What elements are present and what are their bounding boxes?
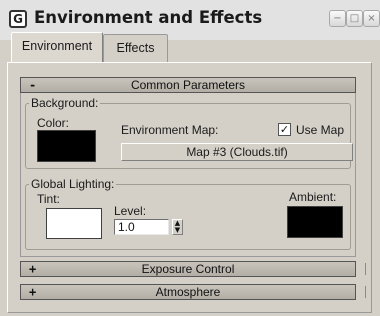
scroll-indicator xyxy=(365,263,366,275)
rollout-title: Exposure Control xyxy=(141,262,235,276)
common-parameters-rollout-header[interactable]: - Common Parameters xyxy=(20,77,356,93)
global-lighting-group-label: Global Lighting: xyxy=(29,177,117,191)
environment-map-label: Environment Map: xyxy=(121,123,219,137)
tint-color-swatch[interactable] xyxy=(46,208,102,239)
maximize-icon[interactable]: □ xyxy=(346,10,363,27)
level-spinner-icon[interactable]: ▲ ▼ xyxy=(172,219,183,235)
atmosphere-rollout-header[interactable]: + Atmosphere xyxy=(20,284,356,300)
background-color-label: Color: xyxy=(37,116,70,130)
background-group-label: Background: xyxy=(29,96,101,110)
environment-map-button[interactable]: Map #3 (Clouds.tif) xyxy=(121,143,353,161)
ambient-color-swatch[interactable] xyxy=(287,206,343,238)
background-color-swatch[interactable] xyxy=(37,130,96,162)
collapse-icon: - xyxy=(29,78,37,92)
common-parameters-body: Background: Color: Environment Map: ✓ Us… xyxy=(20,93,356,257)
use-map-label: Use Map xyxy=(296,123,345,137)
exposure-control-rollout-header[interactable]: + Exposure Control xyxy=(20,261,356,277)
expand-icon: + xyxy=(29,262,37,276)
window-title: Environment and Effects xyxy=(34,8,263,27)
use-map-checkbox[interactable]: ✓ xyxy=(278,123,291,136)
level-input[interactable]: 1.0 xyxy=(114,219,169,235)
rollout-title: Atmosphere xyxy=(155,285,221,299)
app-icon[interactable]: G xyxy=(9,10,27,28)
minimize-icon[interactable]: − xyxy=(329,10,346,27)
environment-effects-window: G Environment and Effects − □ × Environm… xyxy=(0,0,380,316)
close-icon[interactable]: × xyxy=(363,10,380,27)
tab-environment[interactable]: Environment xyxy=(11,32,103,62)
environment-panel: - Common Parameters Background: Color: E… xyxy=(7,62,372,313)
scroll-indicator xyxy=(365,286,366,298)
tint-label: Tint: xyxy=(37,192,60,206)
level-label: Level: xyxy=(114,204,147,218)
tab-effects[interactable]: Effects xyxy=(103,34,168,62)
expand-icon: + xyxy=(29,285,37,299)
rollout-title: Common Parameters xyxy=(130,78,246,92)
ambient-label: Ambient: xyxy=(289,190,337,204)
